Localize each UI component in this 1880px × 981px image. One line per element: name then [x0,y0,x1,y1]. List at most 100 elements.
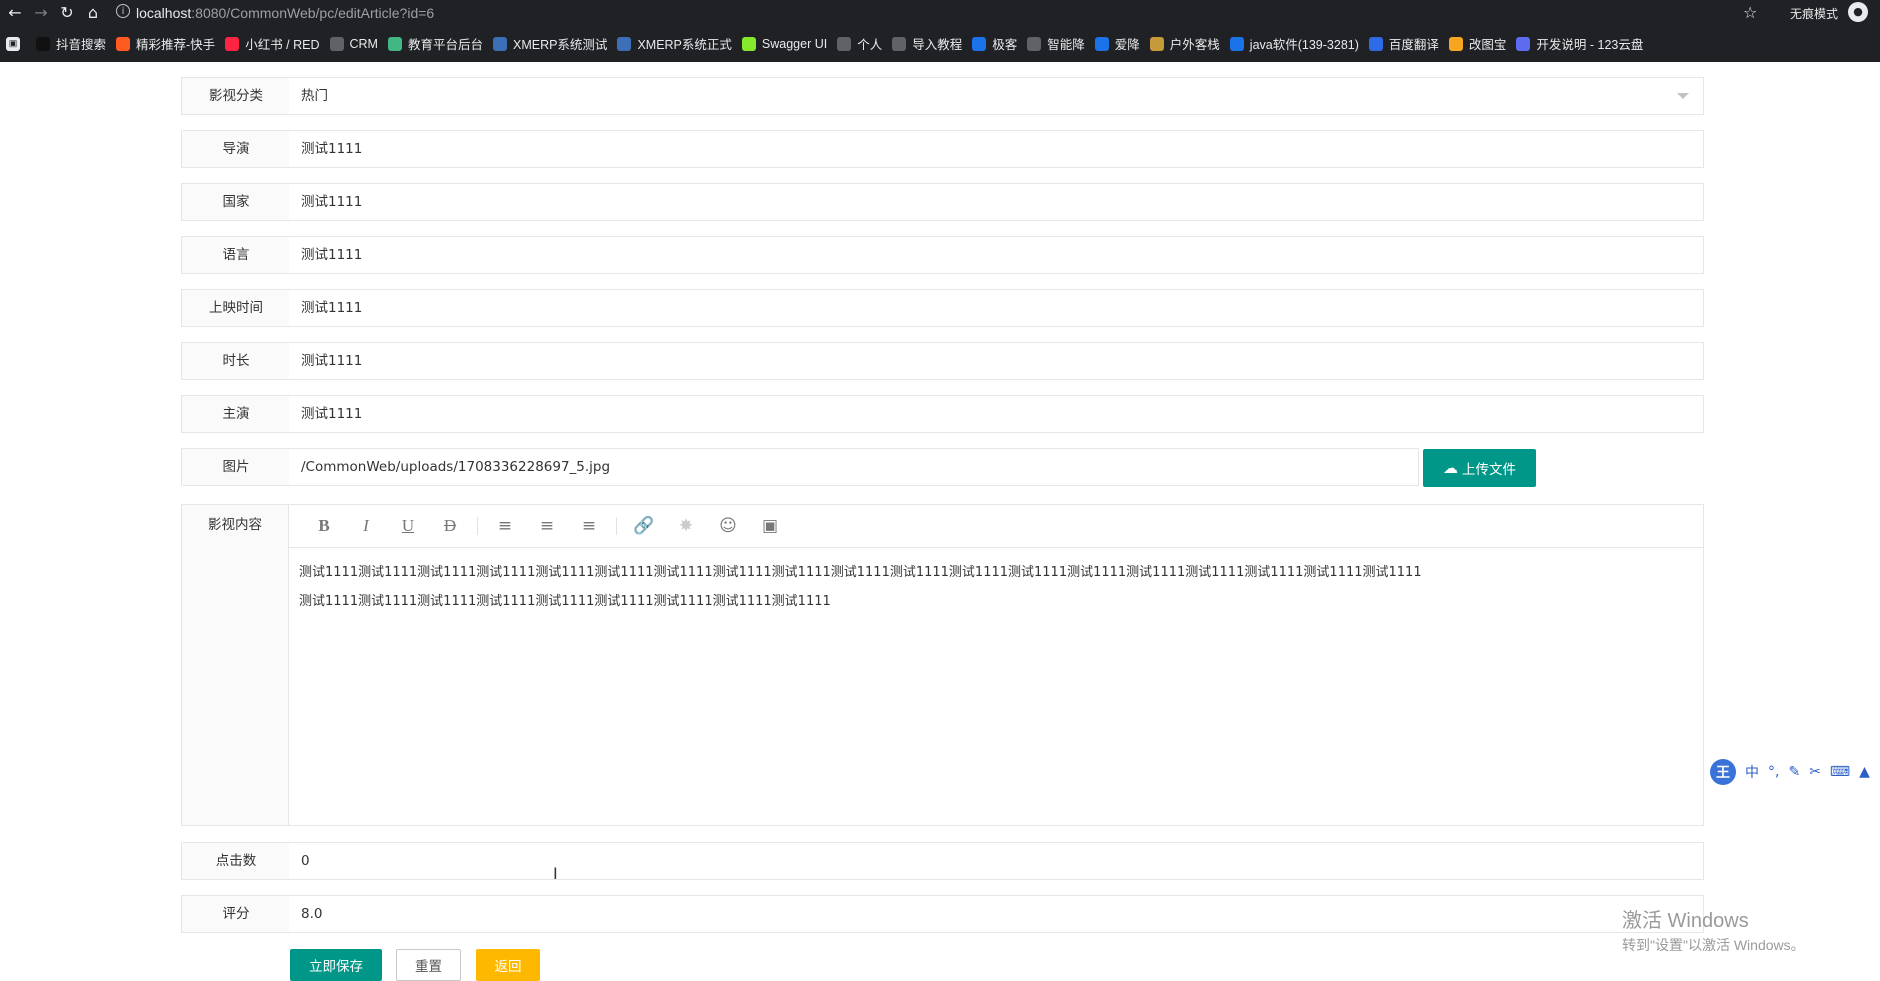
reset-button[interactable]: 重置 [396,949,461,981]
pen-icon[interactable]: ✎ [1788,764,1800,780]
scissors-icon[interactable]: ✂ [1809,764,1821,780]
vue-icon [387,36,402,51]
rating-input[interactable]: 8.0 [289,895,1704,933]
incognito-icon[interactable]: ● [1848,2,1868,22]
bold-icon[interactable]: B [303,511,345,541]
punctuation-icon[interactable]: °, [1768,764,1779,780]
unlink-icon[interactable]: ✸ [665,511,707,541]
underline-icon[interactable]: U [387,511,429,541]
bookmark-label: 爱降 [1114,38,1140,52]
back-button[interactable]: 返回 [476,949,540,981]
skin-icon[interactable]: ▲ [1859,764,1870,780]
clicks-label: 点击数 [181,842,291,880]
image-icon[interactable]: ▣ [749,511,791,541]
duration-input[interactable]: 测试1111 [289,342,1704,380]
ime-toolbar[interactable]: 王 中 °, ✎ ✂ ⌨ ▲ [1708,757,1880,787]
align-left-icon[interactable]: ≡ [484,511,526,541]
bookmark-item[interactable]: 个人 [837,34,882,53]
watermark-subtitle: 转到"设置"以激活 Windows。 [1622,937,1805,953]
cloud-upload-icon: ☁ [1443,459,1458,477]
reload-icon[interactable]: ↻ [56,2,78,24]
bookmark-item[interactable]: CRM [329,36,378,51]
outdoor-icon [1149,36,1164,51]
kuaishou-icon [116,36,131,51]
rich-text-editor[interactable]: B I U D ≡ ≡ ≡ 🔗 ✸ ☺ ▣ 测试1111测试1111测试1111… [289,504,1704,826]
back-icon[interactable]: ← [4,2,26,24]
content-line-1: 测试1111测试1111测试1111测试1111测试1111测试1111测试11… [299,565,1422,580]
italic-icon[interactable]: I [345,511,387,541]
bookmarks-bar: ▣ 抖音搜索 精彩推荐-快手 小红书 / RED CRM 教育平台后台 XMERP系统测试… [0,25,1880,62]
emoji-icon[interactable]: ☺ [707,511,749,541]
forward-icon[interactable]: → [30,2,52,24]
site-info-icon[interactable]: i [116,4,130,18]
bookmark-label: 教育平台后台 [407,38,483,52]
rocket-icon [972,36,987,51]
bookmark-item[interactable]: 精彩推荐-快手 [116,34,215,53]
country-input[interactable]: 测试1111 [289,183,1704,221]
country-label: 国家 [181,183,291,221]
translate-icon [1368,36,1383,51]
bookmark-item[interactable]: 智能降 [1027,34,1085,53]
image-label: 图片 [181,448,291,486]
release-input[interactable]: 测试1111 [289,289,1704,327]
xiaohongshu-icon [225,36,240,51]
bookmark-item[interactable]: 导入教程 [892,34,962,53]
rating-label: 评分 [181,895,291,933]
windows-activation-watermark: 激活 Windows 转到"设置"以激活 Windows。 [1622,904,1805,955]
tiktok-icon [36,36,50,51]
director-row: 导演 测试1111 [181,130,1704,168]
bookmark-item[interactable]: XMERP系统正式 [617,34,732,53]
editor-content[interactable]: 测试1111测试1111测试1111测试1111测试1111测试1111测试11… [289,548,1703,626]
bookmark-label: 抖音搜索 [56,38,107,52]
image-edit-icon [1448,36,1463,51]
language-label: 语言 [181,236,291,274]
bookmark-item[interactable]: java软件(139-3281) [1229,34,1359,53]
link-icon[interactable]: 🔗 [623,511,665,541]
upload-file-button[interactable]: ☁ 上传文件 [1423,449,1536,487]
save-button[interactable]: 立即保存 [290,949,382,981]
globe-icon [892,36,907,51]
keyboard-icon[interactable]: ⌨ [1830,764,1850,780]
image-path-input[interactable]: /CommonWeb/uploads/1708336228697_5.jpg [289,448,1419,486]
url-path: :8080/CommonWeb/pc/editArticle?id=6 [191,4,435,21]
bookmark-item[interactable]: 百度翻译 [1368,34,1439,53]
cast-input[interactable]: 测试1111 [289,395,1704,433]
bookmark-star-icon[interactable]: ☆ [1743,3,1757,22]
swagger-icon [741,36,756,51]
bookmark-item[interactable]: 教育平台后台 [387,34,483,53]
tv-icon [1229,36,1244,51]
director-input[interactable]: 测试1111 [289,130,1704,168]
align-right-icon[interactable]: ≡ [568,511,610,541]
bookmark-item[interactable]: XMERP系统测试 [492,34,608,53]
bookmark-item[interactable]: 户外客栈 [1149,34,1220,53]
bookmark-label: 导入教程 [912,38,963,52]
url-field[interactable]: localhost:8080/CommonWeb/pc/editArticle?… [136,2,434,23]
bookmark-item[interactable]: 极客 [972,34,1017,53]
bookmark-item[interactable]: 小红书 / RED [225,34,320,53]
bookmark-label: CRM [349,36,378,51]
ime-logo-icon[interactable]: 王 [1710,759,1736,785]
release-row: 上映时间 测试1111 [181,289,1704,327]
category-select[interactable]: 热门 [289,77,1704,115]
language-input[interactable]: 测试1111 [289,236,1704,274]
align-center-icon[interactable]: ≡ [526,511,568,541]
apps-icon[interactable]: ▣ [6,36,26,51]
ime-mode-toggle[interactable]: 中 [1745,762,1759,782]
chevron-down-icon[interactable] [1677,93,1689,99]
home-icon[interactable]: ⌂ [82,2,104,24]
bookmark-item[interactable]: 抖音搜索 [36,34,106,53]
bookmark-item[interactable]: 开发说明 - 123云盘 [1516,34,1643,53]
bookmark-label: XMERP系统正式 [637,38,732,52]
bookmark-item[interactable]: 爱降 [1094,34,1140,53]
strikethrough-icon[interactable]: D [429,511,471,541]
bookmark-label: 改图宝 [1468,38,1507,52]
category-label: 影视分类 [181,77,291,115]
xmerp-icon [617,36,632,51]
clicks-input[interactable]: 0 [289,842,1704,880]
director-label: 导演 [181,130,291,168]
bookmark-item[interactable]: Swagger UI [741,36,827,51]
text-cursor-icon: I [553,864,558,883]
bookmark-item[interactable]: 改图宝 [1448,34,1507,53]
bookmark-label: XMERP系统测试 [512,38,608,52]
cloud-disk-icon [1516,36,1531,51]
